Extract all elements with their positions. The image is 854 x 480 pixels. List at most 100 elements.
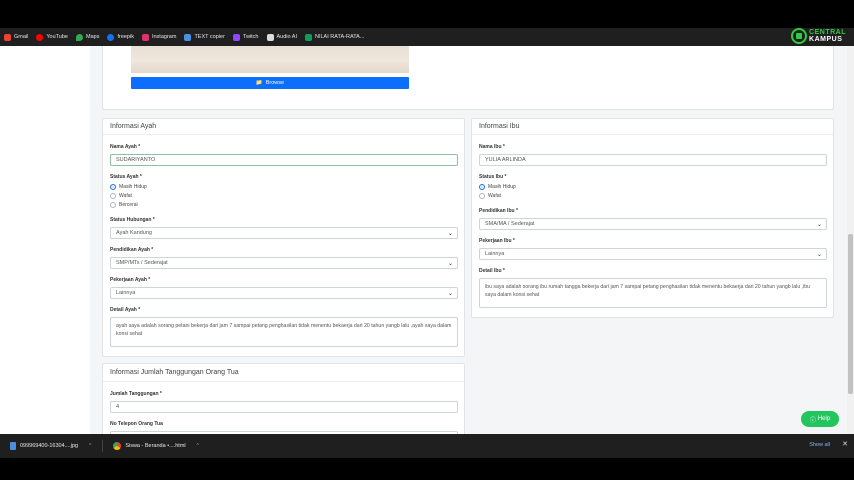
download-item[interactable]: 099969400-16304....jpg ⌃ — [10, 442, 92, 450]
select-value: Lainnya — [485, 251, 505, 257]
browse-label: Browse — [265, 80, 285, 86]
help-icon: ⓘ — [809, 417, 816, 424]
show-all-link[interactable]: Show all — [809, 442, 830, 448]
chevron-down-icon: ⌄ — [447, 231, 453, 237]
page-scrollbar[interactable] — [847, 46, 854, 434]
chevron-down-icon: ⌄ — [816, 222, 822, 228]
chevron-down-icon: ⌄ — [816, 252, 822, 258]
bookmark-audio-ai[interactable]: Audio AI — [266, 33, 298, 41]
bookmark-freepik[interactable]: freepik — [107, 33, 134, 41]
radio-label: Masih Hidup — [119, 184, 147, 190]
pendidikan-ayah-select[interactable]: SMP/MTs / Sederajat ⌄ — [110, 257, 458, 269]
close-icon[interactable]: ✕ — [842, 440, 848, 448]
download-filename: 099969400-16304....jpg — [20, 443, 79, 449]
detail-ayah-textarea[interactable]: ayah saya adalah sorang petani bekerja d… — [110, 317, 458, 347]
bookmark-twitch[interactable]: Twitch — [232, 33, 259, 41]
bookmark-label: YouTube — [46, 34, 68, 40]
pendidikan-ibu-label: Pendidikan Ibu * — [479, 208, 518, 214]
pekerjaan-ibu-select[interactable]: Lainnya ⌄ — [479, 248, 827, 260]
ibu-card: Informasi Ibu Nama Ibu * YULIA ARLINDA S… — [471, 118, 834, 318]
radio-unchecked[interactable] — [479, 193, 485, 199]
scrollbar-thumb[interactable] — [848, 234, 853, 394]
browse-button[interactable]: 📁 Browse — [131, 77, 409, 89]
status-ayah-bercerai[interactable]: Bercerai — [110, 202, 138, 208]
sheets-icon — [305, 33, 312, 41]
maps-icon — [76, 33, 83, 41]
central-kampus-logo: CENTRAL KAMPUS — [791, 28, 846, 44]
image-file-icon — [10, 442, 16, 450]
bookmarks-bar: Gmail YouTube Maps freepik Instagram TEX… — [0, 28, 854, 46]
twitch-icon — [232, 33, 240, 41]
status-ibu-label: Status Ibu * — [479, 174, 507, 180]
nama-ibu-input[interactable]: YULIA ARLINDA — [479, 154, 827, 166]
chevron-down-icon: ⌄ — [447, 291, 453, 297]
radio-unchecked[interactable] — [110, 193, 116, 199]
status-hubungan-select[interactable]: Ayah Kandung ⌄ — [110, 227, 458, 239]
nama-ayah-label: Nama Ayah * — [110, 144, 141, 150]
detail-ibu-label: Detail Ibu * — [479, 268, 505, 274]
bookmark-label: freepik — [117, 34, 134, 40]
bookmark-label: Audio AI — [276, 34, 298, 40]
audio-ai-icon — [266, 33, 274, 41]
detail-ibu-textarea[interactable]: ibu saya adalah sorang ibu rumah tangga … — [479, 278, 827, 308]
status-ayah-wafat[interactable]: Wafat — [110, 193, 132, 199]
bookmark-label: Gmail — [14, 34, 29, 40]
chrome-icon — [113, 442, 122, 450]
text-copier-icon — [184, 33, 192, 41]
ayah-card: Informasi Ayah Nama Ayah * SUDARIYANTO S… — [102, 118, 465, 357]
help-label: Help — [817, 416, 831, 422]
bookmark-nilai[interactable]: NILAI RATA-RATA... — [305, 33, 365, 41]
logo-line1: CENTRAL — [809, 29, 846, 36]
youtube-icon — [36, 33, 44, 41]
radio-unchecked[interactable] — [110, 202, 116, 208]
status-ibu-masih-hidup[interactable]: Masih Hidup — [479, 184, 516, 190]
nama-ayah-input[interactable]: SUDARIYANTO — [110, 154, 458, 166]
bookmark-maps[interactable]: Maps — [76, 33, 99, 41]
jumlah-tanggungan-input[interactable]: 4 — [110, 401, 458, 413]
ayah-card-title: Informasi Ayah — [103, 119, 464, 135]
help-button[interactable]: ⓘ Help — [801, 411, 839, 427]
pekerjaan-ayah-label: Pekerjaan Ayah * — [110, 277, 151, 283]
bookmark-instagram[interactable]: Instagram — [141, 33, 177, 41]
no-telepon-label: No Telepon Orang Tua — [110, 421, 163, 427]
status-ayah-masih-hidup[interactable]: Masih Hidup — [110, 184, 147, 190]
select-value: SMP/MTs / Sederajat — [116, 260, 168, 266]
radio-label: Masih Hidup — [488, 184, 516, 190]
status-ayah-label: Status Ayah * — [110, 174, 142, 180]
ibu-card-title: Informasi Ibu — [472, 119, 833, 135]
bookmark-text-copier[interactable]: TEXT copier — [184, 33, 225, 41]
select-value: Ayah Kandung — [116, 230, 152, 236]
pendidikan-ibu-select[interactable]: SMA/MA / Sederajat ⌄ — [479, 218, 827, 230]
download-item[interactable]: Siswa - Beranda •....html ⌃ — [113, 442, 200, 450]
radio-label: Wafat — [119, 193, 132, 199]
pendidikan-ayah-label: Pendidikan Ayah * — [110, 247, 154, 253]
upload-card: 📁 Browse — [102, 46, 834, 110]
divider — [102, 440, 104, 452]
page-content: 📁 Browse Informasi Ayah Nama Ayah * SUDA… — [0, 46, 854, 434]
instagram-icon — [141, 33, 149, 41]
bookmark-label: Instagram — [151, 34, 177, 40]
chevron-down-icon: ⌄ — [447, 261, 453, 267]
uploaded-photo-preview — [131, 46, 409, 73]
bookmark-youtube[interactable]: YouTube — [36, 33, 68, 41]
chevron-up-icon[interactable]: ⌃ — [196, 443, 200, 449]
select-value: SMA/MA / Sederajat — [485, 221, 535, 227]
chevron-up-icon[interactable]: ⌃ — [88, 443, 92, 449]
nama-ibu-label: Nama Ibu * — [479, 144, 505, 150]
pekerjaan-ayah-select[interactable]: Lainnya ⌄ — [110, 287, 458, 299]
bookmark-gmail[interactable]: Gmail — [4, 33, 29, 41]
status-hubungan-label: Status Hubungan * — [110, 217, 155, 223]
radio-checked[interactable] — [479, 184, 485, 190]
gmail-icon — [4, 33, 11, 41]
bookmark-label: Twitch — [242, 34, 259, 40]
left-margin — [0, 46, 90, 434]
form-container: 📁 Browse Informasi Ayah Nama Ayah * SUDA… — [90, 46, 847, 434]
radio-checked[interactable] — [110, 184, 116, 190]
tanggungan-card: Informasi Jumlah Tanggungan Orang Tua Ju… — [102, 363, 465, 434]
freepik-icon — [107, 33, 115, 41]
status-ibu-wafat[interactable]: Wafat — [479, 193, 501, 199]
graduation-cap-icon — [791, 28, 808, 44]
bookmark-label: NILAI RATA-RATA... — [315, 34, 365, 40]
select-value: Lainnya — [116, 290, 136, 296]
radio-label: Bercerai — [119, 202, 138, 208]
